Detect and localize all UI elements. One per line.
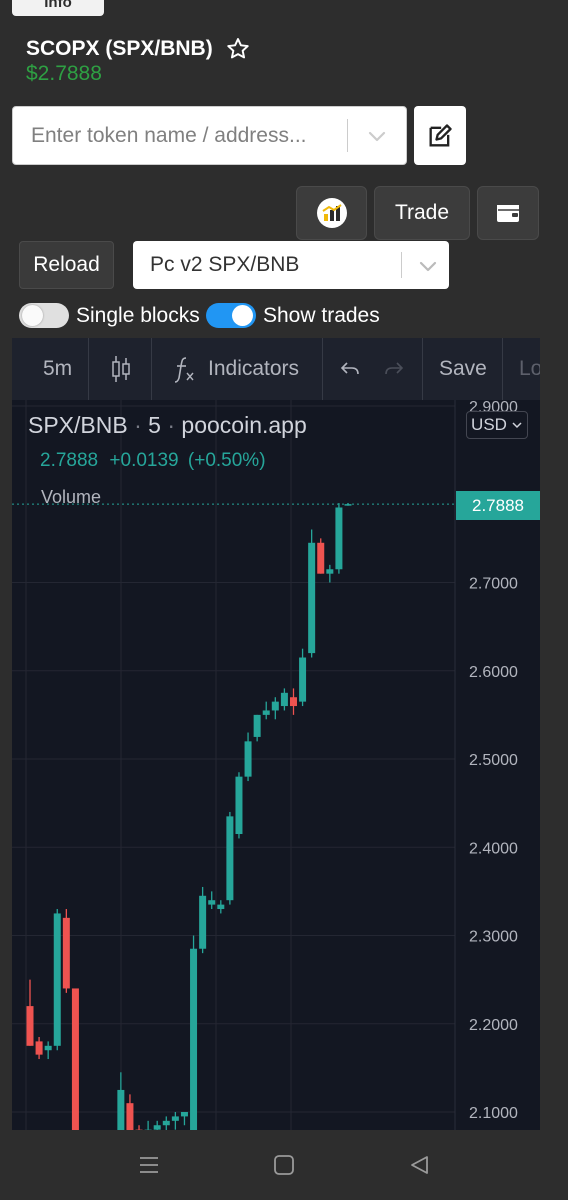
candle-body bbox=[190, 948, 198, 1130]
legend-change: +0.0139 bbox=[109, 450, 179, 471]
y-tick-label: 2.4000 bbox=[469, 840, 518, 857]
candle-body bbox=[199, 895, 207, 949]
candle-body bbox=[308, 542, 316, 654]
redo-button[interactable] bbox=[382, 338, 406, 400]
star-icon[interactable] bbox=[225, 36, 251, 62]
y-tick-label: 2.6000 bbox=[469, 664, 518, 681]
candle-body bbox=[262, 710, 270, 715]
candle-body bbox=[180, 1112, 188, 1117]
token-price: $2.7888 bbox=[26, 62, 102, 85]
candle-body bbox=[208, 900, 216, 905]
candle-body bbox=[44, 1045, 52, 1051]
y-tick-label: 2.5000 bbox=[469, 752, 518, 769]
edit-icon bbox=[429, 123, 452, 146]
candle-body bbox=[35, 1041, 43, 1055]
indicators-label: Indicators bbox=[208, 357, 300, 380]
candle-body bbox=[171, 1116, 179, 1121]
wallet-icon bbox=[497, 205, 519, 222]
candle-body bbox=[153, 1125, 161, 1130]
home-icon[interactable] bbox=[273, 1154, 295, 1176]
bar-chart-icon bbox=[316, 198, 347, 228]
show-trades-label: Show trades bbox=[263, 304, 380, 327]
candle-body bbox=[317, 542, 325, 574]
candle-body bbox=[71, 988, 79, 1130]
function-icon bbox=[174, 357, 194, 383]
candle-body bbox=[126, 1103, 134, 1130]
page-title: SCOPX (SPX/BNB) bbox=[26, 37, 213, 60]
chevron-down-icon[interactable] bbox=[365, 124, 389, 148]
legend-source: poocoin.app bbox=[181, 412, 307, 438]
single-blocks-label: Single blocks bbox=[76, 304, 200, 327]
chart-legend-values: 2.7888 +0.0139 (+0.50%) bbox=[40, 450, 266, 472]
candle-body bbox=[162, 1120, 170, 1126]
token-search bbox=[12, 106, 407, 165]
candle-body bbox=[280, 692, 288, 707]
show-trades-toggle[interactable] bbox=[206, 303, 256, 328]
currency-select[interactable]: USD bbox=[466, 411, 528, 439]
chart-logo-button[interactable] bbox=[296, 186, 367, 240]
pair-select-value: Pc v2 SPX/BNB bbox=[150, 253, 300, 276]
indicators-button[interactable]: Indicators bbox=[172, 338, 299, 400]
candle-body bbox=[289, 697, 297, 707]
pair-select-divider bbox=[401, 252, 402, 278]
reload-button[interactable]: Reload bbox=[19, 241, 114, 289]
candle-body bbox=[226, 816, 234, 901]
legend-interval: 5 bbox=[148, 412, 161, 438]
wallet-button[interactable] bbox=[477, 186, 539, 240]
candle-body bbox=[271, 701, 279, 711]
candle-body bbox=[335, 507, 343, 570]
currency-label: USD bbox=[471, 415, 507, 434]
y-tick-label: 2.7000 bbox=[469, 576, 518, 593]
interval-button[interactable]: 5m bbox=[43, 338, 72, 400]
undo-button[interactable] bbox=[338, 338, 362, 400]
candle-body bbox=[53, 913, 61, 1046]
chevron-down-icon bbox=[419, 261, 437, 272]
edit-button[interactable] bbox=[414, 106, 466, 165]
legend-change-pct: (+0.50%) bbox=[187, 450, 266, 471]
candle-body bbox=[217, 904, 225, 910]
chart-legend-title: SPX/BNB · 5 · poocoin.app bbox=[28, 412, 307, 438]
info-tab[interactable]: Info bbox=[12, 0, 104, 16]
legend-last: 2.7888 bbox=[40, 450, 99, 471]
candle-body bbox=[244, 741, 252, 777]
load-button[interactable]: Lo bbox=[519, 338, 540, 400]
chart-toolbar: 5m Indicators Save Lo bbox=[12, 338, 540, 400]
y-tick-label: 2.3000 bbox=[469, 929, 518, 946]
legend-symbol: SPX/BNB bbox=[28, 412, 128, 438]
chevron-down-icon bbox=[512, 422, 522, 429]
pair-select[interactable]: Pc v2 SPX/BNB bbox=[133, 241, 449, 289]
legend-volume: Volume bbox=[41, 487, 102, 507]
candle-body bbox=[326, 569, 334, 574]
save-button[interactable]: Save bbox=[439, 338, 487, 400]
menu-icon[interactable] bbox=[138, 1154, 160, 1176]
candle-type-button[interactable] bbox=[109, 338, 133, 400]
last-price-tag: 2.7888 bbox=[456, 491, 540, 520]
search-divider bbox=[347, 119, 348, 152]
trade-button[interactable]: Trade bbox=[374, 186, 470, 240]
candlestick-icon bbox=[112, 356, 130, 382]
single-blocks-toggle[interactable] bbox=[19, 303, 69, 328]
y-tick-label: 2.2000 bbox=[469, 1017, 518, 1034]
candle-body bbox=[253, 714, 261, 737]
candle-body bbox=[117, 1089, 125, 1130]
y-tick-label: 2.1000 bbox=[469, 1105, 518, 1122]
candle-body bbox=[62, 917, 70, 989]
undo-icon bbox=[340, 362, 359, 375]
candle-body bbox=[299, 657, 307, 702]
search-input[interactable] bbox=[13, 107, 347, 164]
redo-icon bbox=[385, 362, 404, 375]
candle-body bbox=[235, 776, 243, 835]
candle-body bbox=[26, 1006, 34, 1046]
back-icon[interactable] bbox=[408, 1154, 430, 1176]
